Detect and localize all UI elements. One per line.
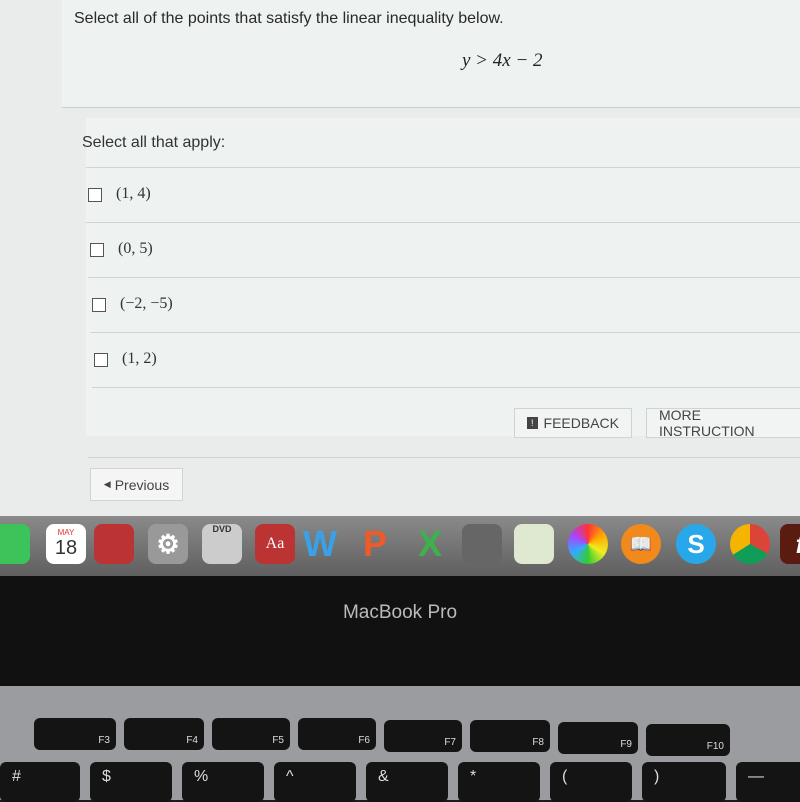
key-label: F10 [706, 741, 724, 752]
key-3[interactable]: # [0, 762, 80, 802]
feedback-button[interactable]: ! FEEDBACK [514, 408, 632, 438]
checkbox[interactable] [94, 353, 108, 367]
option-label: (1, 2) [122, 350, 157, 367]
checkbox[interactable] [90, 243, 104, 257]
key-f3[interactable]: F3 [34, 718, 116, 750]
key-f6[interactable]: F6 [298, 718, 376, 750]
key-label: F9 [620, 739, 632, 750]
instruction-row: Select all that apply: [82, 118, 800, 168]
key-f5[interactable]: F5 [212, 718, 290, 750]
checkbox[interactable] [88, 188, 102, 202]
calendar-icon[interactable]: MAY 18 [46, 524, 86, 564]
flash-icon[interactable]: f [780, 524, 800, 564]
feedback-label: FEEDBACK [543, 415, 619, 431]
dictionary-label: Aa [265, 535, 285, 552]
key-f8[interactable]: F8 [470, 720, 550, 752]
question-prompt: Select all of the points that satisfy th… [74, 10, 504, 27]
key-5[interactable]: % [182, 762, 264, 802]
key-label: F3 [98, 735, 110, 746]
feedback-icon: ! [527, 417, 538, 429]
key-label: F6 [358, 735, 370, 746]
option-label: (−2, −5) [120, 295, 173, 312]
option-label: (0, 5) [118, 240, 153, 257]
key-minus[interactable]: — [736, 762, 800, 802]
checkbox[interactable] [92, 298, 106, 312]
answer-panel: Select all that apply: (1, 4) (0, 5) (−2… [82, 118, 800, 436]
powerpoint-icon[interactable]: P [355, 523, 395, 564]
key-label: # [12, 768, 21, 785]
question-card: Select all of the points that satisfy th… [62, 0, 800, 108]
system-preferences-icon[interactable]: ⚙ [148, 524, 188, 564]
divider [88, 457, 800, 458]
excel-icon[interactable]: X [410, 523, 450, 564]
maps-icon[interactable] [514, 524, 554, 564]
key-label: & [378, 768, 389, 785]
skype-icon[interactable]: S [676, 524, 716, 564]
laptop-bezel [0, 576, 800, 686]
key-label: F4 [186, 735, 198, 746]
dictionary-icon[interactable]: Aa [255, 524, 295, 564]
key-label: ^ [286, 768, 294, 785]
calculator-icon[interactable] [462, 524, 502, 564]
key-7[interactable]: & [366, 762, 448, 802]
calendar-month: MAY [57, 528, 75, 537]
chevron-left-icon: ◀ [103, 479, 111, 489]
facetime-icon[interactable] [0, 524, 30, 564]
key-label: — [748, 768, 764, 785]
calendar-day: 18 [54, 537, 78, 559]
key-label: ( [562, 768, 568, 785]
key-f7[interactable]: F7 [384, 720, 462, 752]
dvd-label: DVD [212, 524, 232, 534]
answer-option[interactable]: (1, 2) [92, 333, 800, 388]
key-label: F8 [532, 737, 544, 748]
browser-screen: Select all of the points that satisfy th… [0, 0, 800, 520]
key-8[interactable]: * [458, 762, 540, 802]
more-instructions-button[interactable]: MORE INSTRUCTION [646, 407, 800, 439]
answer-option[interactable]: (1, 4) [86, 168, 800, 223]
keyboard: F3 F4 F5 F6 F7 F8 F9 F10 # $ % ^ & * ( )… [0, 686, 800, 802]
inequality: y > 4x − 2 [462, 50, 543, 71]
photo-booth-icon[interactable] [94, 524, 134, 564]
previous-button[interactable]: ◀ Previous [90, 468, 183, 501]
key-label: F7 [444, 737, 456, 748]
key-9[interactable]: ( [550, 762, 632, 802]
ibooks-icon[interactable]: 📖 [621, 524, 661, 564]
key-label: % [194, 768, 209, 785]
key-label: ) [654, 768, 660, 785]
word-icon[interactable]: W [300, 523, 340, 564]
key-label: F5 [272, 735, 284, 746]
previous-label: Previous [114, 476, 170, 493]
key-4[interactable]: $ [90, 762, 172, 802]
key-6[interactable]: ^ [274, 762, 356, 802]
photos-icon[interactable] [568, 524, 608, 564]
key-f9[interactable]: F9 [558, 722, 638, 754]
chrome-icon[interactable] [730, 524, 770, 564]
key-label: $ [102, 768, 111, 785]
answer-option[interactable]: (0, 5) [88, 223, 800, 278]
select-all-label: Select all that apply: [82, 134, 226, 151]
laptop-brand: MacBook Pro [342, 602, 458, 623]
key-label: * [470, 768, 477, 785]
option-label: (1, 4) [116, 185, 151, 202]
key-f10[interactable]: F10 [646, 724, 730, 756]
dock: MAY18 ⚙ DVD Aa W P X 📖 S f [0, 516, 800, 576]
dvd-player-icon[interactable]: DVD [202, 524, 242, 564]
more-label: MORE INSTRUCTION [659, 407, 755, 439]
answer-option[interactable]: (−2, −5) [90, 278, 800, 333]
key-0[interactable]: ) [642, 762, 726, 802]
key-f4[interactable]: F4 [124, 718, 204, 750]
